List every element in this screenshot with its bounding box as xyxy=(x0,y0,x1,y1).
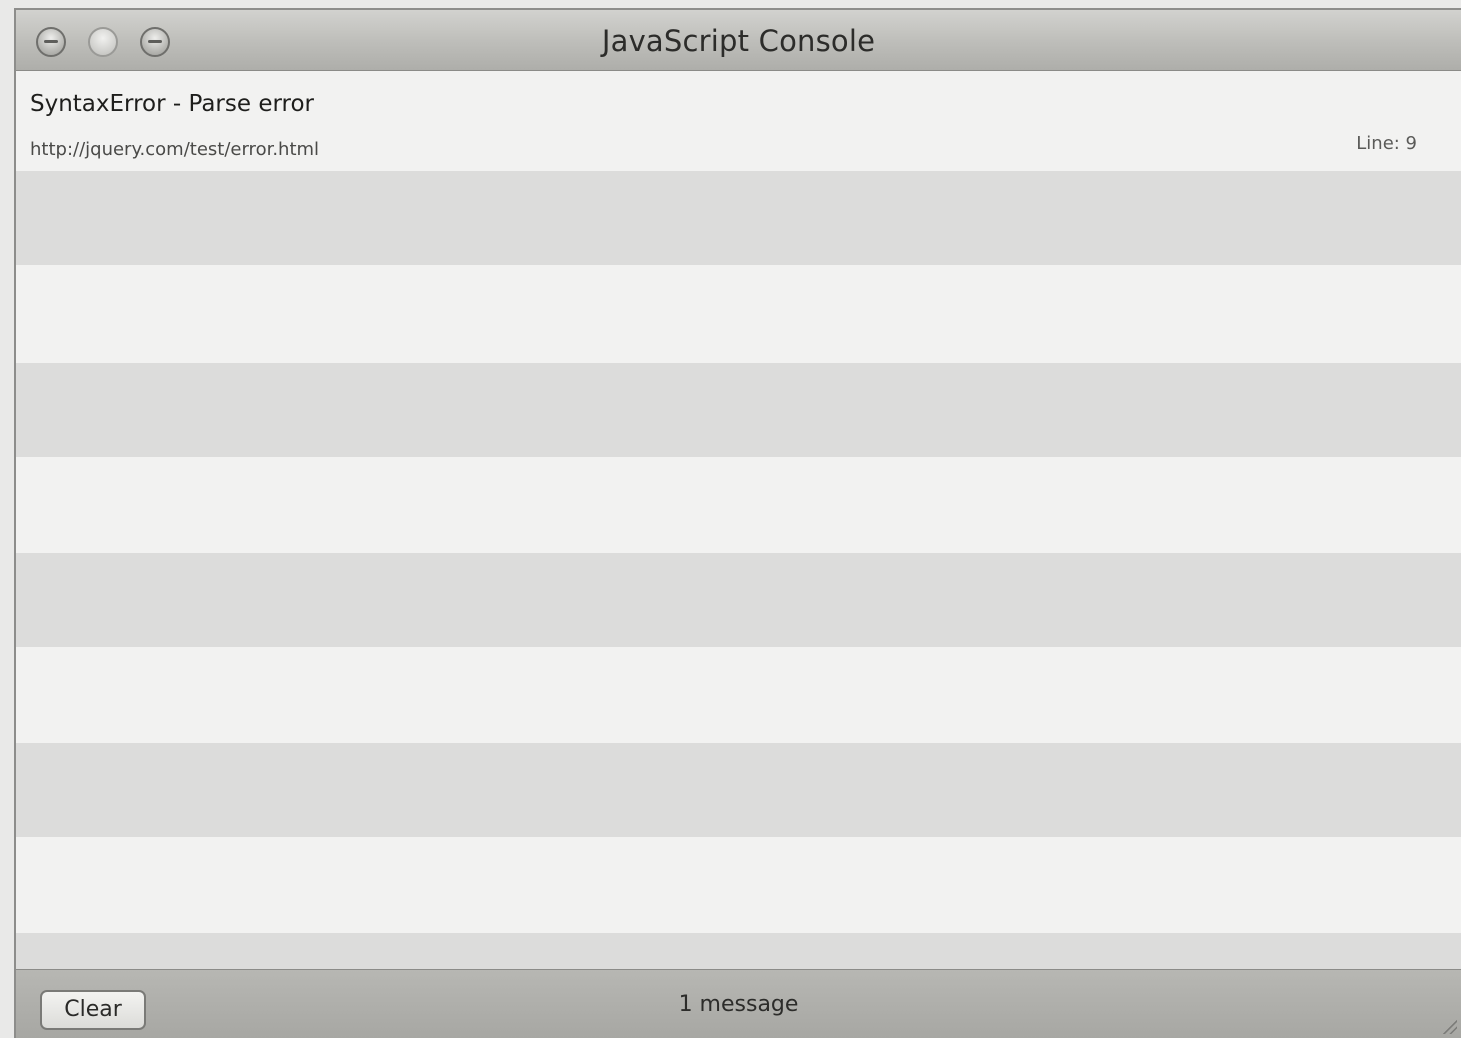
error-source-url[interactable]: http://jquery.com/test/error.html xyxy=(30,139,319,160)
alternating-row-stripe xyxy=(16,171,1461,265)
resize-grip-icon[interactable] xyxy=(1441,1018,1457,1034)
alternating-row-stripe xyxy=(16,553,1461,647)
error-line-number: Line: 9 xyxy=(1356,133,1417,154)
message-count-status: 1 message xyxy=(678,992,799,1017)
alternating-row-stripe xyxy=(16,743,1461,837)
error-message: SyntaxError - Parse error xyxy=(30,91,315,117)
javascript-console-window: JavaScript Console SyntaxError - Parse e… xyxy=(14,8,1461,1038)
window-title: JavaScript Console xyxy=(601,24,876,58)
title-bar[interactable]: JavaScript Console xyxy=(16,10,1461,71)
console-message-list[interactable]: SyntaxError - Parse error http://jquery.… xyxy=(16,71,1461,1027)
alternating-row-stripe xyxy=(16,363,1461,457)
bottom-toolbar: Clear 1 message xyxy=(16,969,1461,1038)
